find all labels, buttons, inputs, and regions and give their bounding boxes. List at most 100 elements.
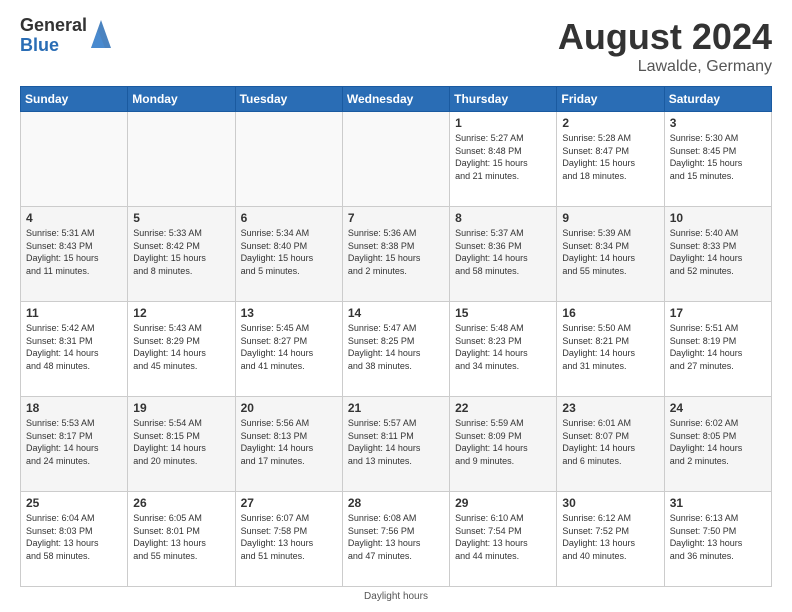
day-cell: 7Sunrise: 5:36 AM Sunset: 8:38 PM Daylig… (342, 207, 449, 302)
day-info: Sunrise: 6:01 AM Sunset: 8:07 PM Dayligh… (562, 417, 658, 467)
day-info: Sunrise: 5:30 AM Sunset: 8:45 PM Dayligh… (670, 132, 766, 182)
day-info: Sunrise: 5:28 AM Sunset: 8:47 PM Dayligh… (562, 132, 658, 182)
footer-note: Daylight hours (20, 591, 772, 602)
day-info: Sunrise: 6:13 AM Sunset: 7:50 PM Dayligh… (670, 512, 766, 562)
day-cell: 15Sunrise: 5:48 AM Sunset: 8:23 PM Dayli… (450, 302, 557, 397)
day-cell: 16 Sunrise: 5:50 AM Sunset: 8:21 PM Dayli… (557, 302, 664, 397)
day-number: 9 (562, 211, 658, 225)
day-cell: 3 Sunrise: 5:30 AM Sunset: 8:45 PM Daylig… (664, 112, 771, 207)
day-info: Sunrise: 5:59 AM Sunset: 8:09 PM Dayligh… (455, 417, 551, 467)
day-cell: 23 Sunrise: 6:01 AM Sunset: 8:07 PM Dayli… (557, 397, 664, 492)
day-number: 29 (455, 496, 551, 510)
col-header-thursday: Thursday (450, 87, 557, 112)
day-cell: 27 Sunrise: 6:07 AM Sunset: 7:58 PM Dayli… (235, 492, 342, 587)
day-number: 10 (670, 211, 766, 225)
day-cell: 9 Sunrise: 5:39 AM Sunset: 8:34 PM Daylig… (557, 207, 664, 302)
day-number: 21 (348, 401, 444, 415)
day-number: 25 (26, 496, 122, 510)
day-cell: 1 Sunrise: 5:27 AM Sunset: 8:48 PM Daylig… (450, 112, 557, 207)
day-cell: 21 Sunrise: 5:57 AM Sunset: 8:11 PM Dayli… (342, 397, 449, 492)
day-cell: 31Sunrise: 6:13 AM Sunset: 7:50 PM Dayli… (664, 492, 771, 587)
day-number: 12 (133, 306, 229, 320)
day-number: 17 (670, 306, 766, 320)
day-info: Sunrise: 5:39 AM Sunset: 8:34 PM Dayligh… (562, 227, 658, 277)
day-number: 24 (670, 401, 766, 415)
day-info: Sunrise: 5:34 AM Sunset: 8:40 PM Dayligh… (241, 227, 337, 277)
day-number: 11 (26, 306, 122, 320)
day-number: 8 (455, 211, 551, 225)
day-number: 2 (562, 116, 658, 130)
day-number: 22 (455, 401, 551, 415)
day-number: 4 (26, 211, 122, 225)
day-info: Sunrise: 6:07 AM Sunset: 7:58 PM Dayligh… (241, 512, 337, 562)
day-cell: 26Sunrise: 6:05 AM Sunset: 8:01 PM Dayli… (128, 492, 235, 587)
col-header-friday: Friday (557, 87, 664, 112)
page: General Blue August 2024 Lawalde, German… (0, 0, 792, 612)
day-cell (21, 112, 128, 207)
day-cell: 19 Sunrise: 5:54 AM Sunset: 8:15 PM Dayli… (128, 397, 235, 492)
header: General Blue August 2024 Lawalde, German… (20, 16, 772, 76)
day-info: Sunrise: 6:10 AM Sunset: 7:54 PM Dayligh… (455, 512, 551, 562)
day-number: 1 (455, 116, 551, 130)
day-cell: 14 Sunrise: 5:47 AM Sunset: 8:25 PM Dayli… (342, 302, 449, 397)
title-block: August 2024 Lawalde, Germany (558, 16, 772, 76)
day-info: Sunrise: 5:54 AM Sunset: 8:15 PM Dayligh… (133, 417, 229, 467)
calendar-header-row: SundayMondayTuesdayWednesdayThursdayFrid… (21, 87, 772, 112)
day-info: Sunrise: 5:56 AM Sunset: 8:13 PM Dayligh… (241, 417, 337, 467)
day-number: 14 (348, 306, 444, 320)
day-number: 16 (562, 306, 658, 320)
logo-general: General (20, 16, 87, 36)
day-number: 20 (241, 401, 337, 415)
day-number: 3 (670, 116, 766, 130)
day-number: 27 (241, 496, 337, 510)
day-number: 30 (562, 496, 658, 510)
day-cell: 22 Sunrise: 5:59 AM Sunset: 8:09 PM Dayli… (450, 397, 557, 492)
logo-blue: Blue (20, 36, 87, 56)
day-cell: 30 Sunrise: 6:12 AM Sunset: 7:52 PM Dayli… (557, 492, 664, 587)
week-row-1: 1 Sunrise: 5:27 AM Sunset: 8:48 PM Daylig… (21, 112, 772, 207)
day-cell: 5Sunrise: 5:33 AM Sunset: 8:42 PM Daylig… (128, 207, 235, 302)
day-cell: 6 Sunrise: 5:34 AM Sunset: 8:40 PM Daylig… (235, 207, 342, 302)
col-header-monday: Monday (128, 87, 235, 112)
day-cell: 17Sunrise: 5:51 AM Sunset: 8:19 PM Dayli… (664, 302, 771, 397)
day-info: Sunrise: 5:36 AM Sunset: 8:38 PM Dayligh… (348, 227, 444, 277)
logo: General Blue (20, 16, 111, 56)
day-info: Sunrise: 5:43 AM Sunset: 8:29 PM Dayligh… (133, 322, 229, 372)
day-cell: 12 Sunrise: 5:43 AM Sunset: 8:29 PM Dayli… (128, 302, 235, 397)
day-number: 6 (241, 211, 337, 225)
day-number: 23 (562, 401, 658, 415)
day-cell: 10 Sunrise: 5:40 AM Sunset: 8:33 PM Dayli… (664, 207, 771, 302)
day-cell (128, 112, 235, 207)
day-cell (235, 112, 342, 207)
day-info: Sunrise: 5:37 AM Sunset: 8:36 PM Dayligh… (455, 227, 551, 277)
day-info: Sunrise: 5:45 AM Sunset: 8:27 PM Dayligh… (241, 322, 337, 372)
day-info: Sunrise: 5:53 AM Sunset: 8:17 PM Dayligh… (26, 417, 122, 467)
day-cell: 28Sunrise: 6:08 AM Sunset: 7:56 PM Dayli… (342, 492, 449, 587)
day-cell: 2 Sunrise: 5:28 AM Sunset: 8:47 PM Daylig… (557, 112, 664, 207)
col-header-saturday: Saturday (664, 87, 771, 112)
col-header-wednesday: Wednesday (342, 87, 449, 112)
col-header-sunday: Sunday (21, 87, 128, 112)
day-number: 19 (133, 401, 229, 415)
day-info: Sunrise: 5:50 AM Sunset: 8:21 PM Dayligh… (562, 322, 658, 372)
day-cell: 11 Sunrise: 5:42 AM Sunset: 8:31 PM Dayli… (21, 302, 128, 397)
week-row-2: 4Sunrise: 5:31 AM Sunset: 8:43 PM Daylig… (21, 207, 772, 302)
title-location: Lawalde, Germany (558, 58, 772, 76)
day-number: 13 (241, 306, 337, 320)
day-cell: 29 Sunrise: 6:10 AM Sunset: 7:54 PM Dayli… (450, 492, 557, 587)
col-header-tuesday: Tuesday (235, 87, 342, 112)
week-row-5: 25Sunrise: 6:04 AM Sunset: 8:03 PM Dayli… (21, 492, 772, 587)
day-info: Sunrise: 5:47 AM Sunset: 8:25 PM Dayligh… (348, 322, 444, 372)
day-cell: 13 Sunrise: 5:45 AM Sunset: 8:27 PM Dayli… (235, 302, 342, 397)
calendar-table: SundayMondayTuesdayWednesdayThursdayFrid… (20, 86, 772, 587)
day-cell (342, 112, 449, 207)
day-info: Sunrise: 5:27 AM Sunset: 8:48 PM Dayligh… (455, 132, 551, 182)
day-info: Sunrise: 6:05 AM Sunset: 8:01 PM Dayligh… (133, 512, 229, 562)
day-cell: 24Sunrise: 6:02 AM Sunset: 8:05 PM Dayli… (664, 397, 771, 492)
day-info: Sunrise: 5:57 AM Sunset: 8:11 PM Dayligh… (348, 417, 444, 467)
day-info: Sunrise: 5:40 AM Sunset: 8:33 PM Dayligh… (670, 227, 766, 277)
logo-icon (91, 20, 111, 53)
day-number: 28 (348, 496, 444, 510)
day-info: Sunrise: 5:42 AM Sunset: 8:31 PM Dayligh… (26, 322, 122, 372)
day-info: Sunrise: 6:12 AM Sunset: 7:52 PM Dayligh… (562, 512, 658, 562)
